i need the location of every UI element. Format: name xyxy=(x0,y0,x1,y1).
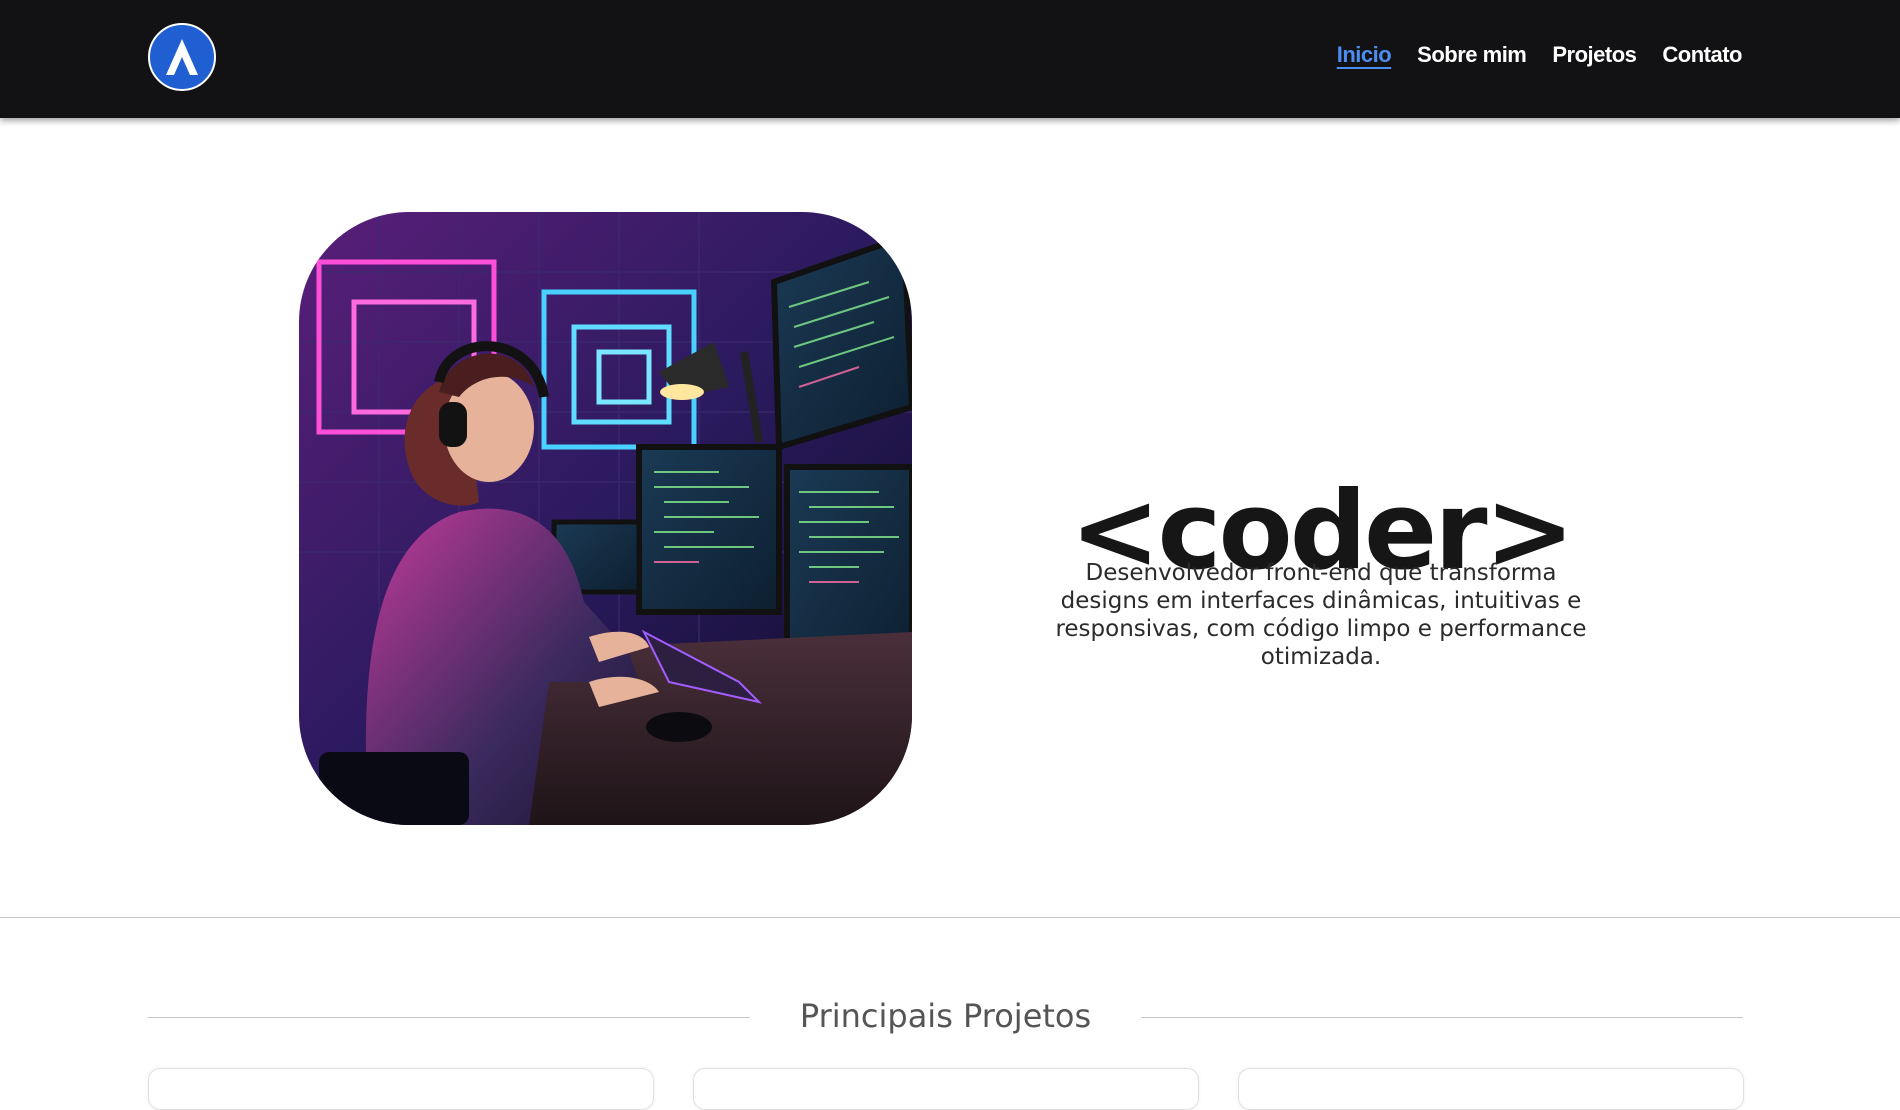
projects-title-line-left xyxy=(148,1017,750,1018)
project-card[interactable] xyxy=(693,1068,1199,1110)
top-navbar: Inicio Sobre mim Projetos Contato xyxy=(0,0,1900,118)
nav-link-contato[interactable]: Contato xyxy=(1662,42,1742,68)
nav-link-projetos[interactable]: Projetos xyxy=(1552,42,1637,68)
projects-section-title: Principais Projetos xyxy=(799,997,1092,1035)
project-card[interactable] xyxy=(1238,1068,1744,1110)
hero-description: Desenvolvedor front-end que transforma d… xyxy=(1055,560,1587,670)
projects-title-line-right xyxy=(1141,1017,1743,1018)
hero-illustration xyxy=(299,212,912,825)
logo-icon[interactable] xyxy=(148,23,216,91)
project-card[interactable] xyxy=(148,1068,654,1110)
nav-link-sobre-mim[interactable]: Sobre mim xyxy=(1417,42,1527,68)
section-divider xyxy=(0,917,1900,918)
nav-link-inicio[interactable]: Inicio xyxy=(1337,42,1392,68)
main-nav: Inicio Sobre mim Projetos Contato xyxy=(1337,42,1743,68)
